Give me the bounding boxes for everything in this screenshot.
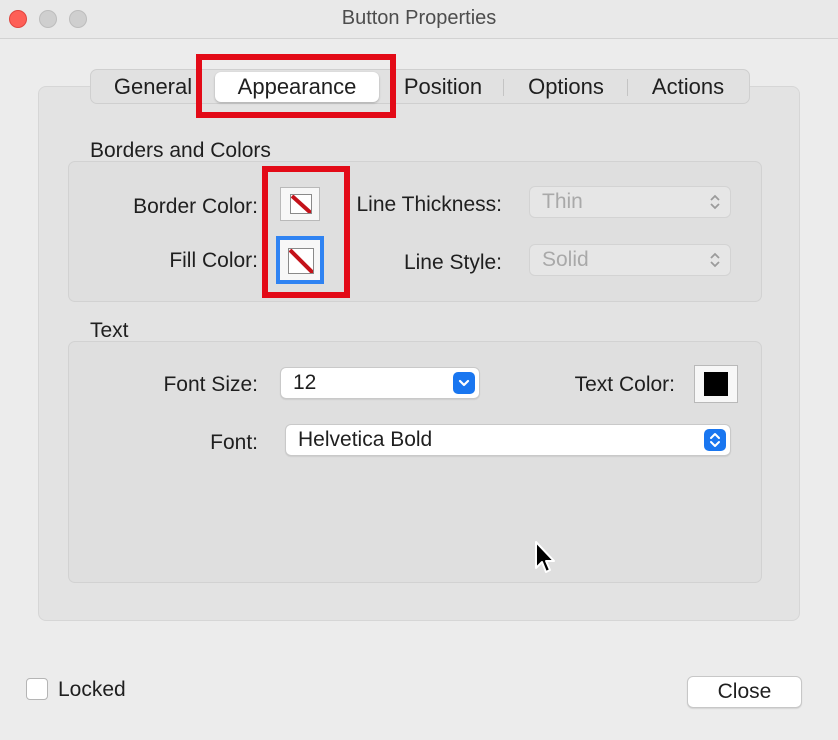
font-label: Font: — [210, 431, 258, 454]
up-down-chevron-icon — [710, 252, 720, 268]
line-style-select[interactable]: Solid — [529, 244, 731, 276]
chevron-down-icon — [458, 379, 470, 387]
tab-divider — [627, 79, 628, 96]
title-bar: Button Properties — [0, 0, 838, 39]
tab-general[interactable]: General — [99, 70, 207, 103]
border-color-label: Border Color: — [133, 195, 258, 218]
up-down-chevron-icon — [710, 433, 720, 447]
line-style-value: Solid — [542, 248, 589, 271]
font-value: Helvetica Bold — [298, 428, 433, 451]
tab-bar: General Appearance Position Options Acti… — [90, 69, 750, 104]
font-dropdown-button[interactable] — [704, 429, 726, 451]
line-thickness-value: Thin — [542, 190, 583, 213]
color-wells-highlight — [262, 166, 350, 298]
fill-color-label: Fill Color: — [169, 249, 258, 272]
font-select[interactable]: Helvetica Bold — [285, 424, 731, 456]
tab-position[interactable]: Position — [389, 70, 497, 103]
tab-actions[interactable]: Actions — [633, 70, 743, 103]
font-size-dropdown-button[interactable] — [453, 372, 475, 394]
line-thickness-select[interactable]: Thin — [529, 186, 731, 218]
text-color-swatch — [704, 372, 728, 396]
locked-label: Locked — [58, 678, 126, 701]
up-down-chevron-icon — [710, 194, 720, 210]
borders-colors-section-label: Borders and Colors — [90, 139, 271, 162]
font-size-label: Font Size: — [163, 373, 258, 396]
font-size-combo[interactable]: 12 — [280, 367, 480, 399]
text-color-well[interactable] — [694, 365, 738, 403]
line-style-label: Line Style: — [403, 251, 502, 274]
mouse-pointer-icon — [535, 541, 555, 573]
font-size-value: 12 — [293, 371, 317, 394]
borders-colors-group — [68, 161, 762, 302]
tab-divider — [503, 79, 504, 96]
tab-options[interactable]: Options — [511, 70, 621, 103]
text-color-label: Text Color: — [574, 373, 675, 396]
locked-checkbox[interactable] — [26, 678, 48, 700]
close-button[interactable]: Close — [687, 676, 802, 708]
text-section-label: Text — [90, 319, 129, 342]
window-title: Button Properties — [341, 7, 497, 29]
appearance-tab-highlight — [196, 54, 396, 118]
line-thickness-label: Line Thickness: — [356, 193, 502, 216]
